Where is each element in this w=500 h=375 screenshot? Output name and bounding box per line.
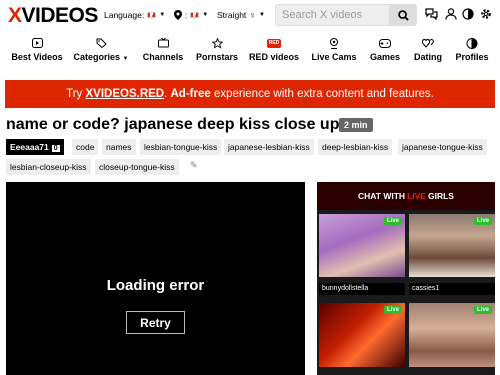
nav-profiles[interactable]: Profiles [455, 36, 489, 68]
live-badge: Live [473, 217, 492, 225]
country-selector[interactable]: : ▼ [174, 10, 208, 20]
user-icon[interactable] [444, 7, 458, 21]
nav-categories[interactable]: Categories ▼ [73, 36, 129, 68]
nav-label: Live Cams [311, 52, 357, 62]
nav-games[interactable]: Games [370, 36, 400, 68]
dark-mode-icon[interactable] [461, 7, 475, 21]
chevron-down-icon: ▼ [122, 56, 129, 62]
nav-label: RED videos [249, 52, 300, 62]
live-badge: Live [383, 217, 402, 225]
search-button[interactable] [390, 4, 417, 26]
chat-bubbles-icon[interactable] [424, 7, 438, 21]
female-symbol-icon: ♀ [249, 10, 257, 20]
tag-item[interactable]: closeup-tongue-kiss [95, 159, 179, 175]
nav-best-videos[interactable]: Best Videos [11, 36, 63, 68]
nav-live-cams[interactable]: Live Cams [311, 36, 357, 68]
promo-rest: experience with extra content and featur… [213, 88, 434, 100]
nav-label: Games [369, 52, 401, 62]
play-icon [31, 38, 43, 48]
cam-thumbnail[interactable]: Live [409, 303, 495, 367]
chevron-down-icon: ▼ [159, 12, 166, 18]
nav-label: Dating [414, 52, 442, 62]
chat-header[interactable]: CHAT WITH LIVE GIRLS [317, 182, 495, 210]
nav-label: Profiles [455, 52, 489, 62]
nav-dating[interactable]: Dating [413, 36, 443, 68]
orientation-label: Straight [217, 10, 247, 20]
loading-error-text: Loading error [106, 277, 205, 294]
duration-badge: 2 min [339, 118, 373, 132]
cam-thumbnail[interactable]: Live [409, 214, 495, 277]
gamepad-icon [379, 38, 391, 48]
chevron-down-icon: ▼ [202, 12, 209, 18]
canada-flag-icon [190, 12, 200, 18]
cam-username[interactable]: cassies1 [409, 283, 495, 295]
tag-item[interactable]: code [72, 139, 99, 155]
tag-item[interactable]: lesbian-tongue-kiss [140, 139, 222, 155]
cam-thumbnail[interactable]: Live [319, 303, 405, 367]
red-promo-banner[interactable]: Try XVIDEOS.RED. Ad-free experience with… [5, 80, 495, 108]
main-nav: Best Videos Categories ▼ Channels Pornst… [0, 36, 500, 70]
live-badge: Live [473, 306, 492, 314]
search-icon [398, 9, 409, 21]
hearts-icon [422, 38, 434, 48]
chevron-down-icon: ▼ [259, 12, 265, 18]
tag-item[interactable]: deep-lesbian-kiss [318, 139, 393, 155]
cam-username[interactable]: bunnydollstella [319, 283, 405, 295]
tag-item[interactable]: japanese-lesbian-kiss [224, 139, 314, 155]
star-icon [211, 37, 223, 49]
top-header: XVIDEOS Language: ▼ : ▼ Straight ♀ ▼ Sea… [0, 0, 500, 32]
nav-channels[interactable]: Channels [143, 36, 183, 68]
orientation-selector[interactable]: Straight ♀ ▼ [217, 10, 265, 20]
canada-flag-icon [147, 12, 157, 18]
tag-item[interactable]: names [102, 139, 136, 155]
tag-icon [96, 38, 107, 48]
webcam-icon [330, 37, 338, 49]
nav-pornstars[interactable]: Pornstars [196, 36, 238, 68]
nav-label: Channels [142, 52, 184, 62]
search-input[interactable]: Search X videos [275, 4, 390, 26]
promo-brand-link[interactable]: XVIDEOS.RED [86, 88, 165, 100]
red-badge-icon: RED [266, 38, 282, 48]
uploader-tag[interactable]: Eeeaaa71 0 [6, 139, 64, 155]
cam-thumbnail[interactable]: Live [319, 214, 405, 277]
nav-label: Best Videos [11, 52, 63, 62]
tag-item[interactable]: lesbian-closeup-kiss [6, 159, 91, 175]
nav-red-videos[interactable]: RED RED videos [249, 36, 300, 68]
retry-button[interactable]: Retry [126, 311, 185, 334]
tv-icon [157, 38, 169, 48]
language-selector[interactable]: Language: ▼ [104, 10, 165, 20]
gear-icon[interactable] [479, 7, 493, 21]
live-badge: Live [383, 306, 402, 314]
language-label: Language: [104, 10, 145, 20]
nav-label: Categories ▼ [73, 52, 129, 62]
profiles-icon [466, 37, 478, 49]
promo-text: Try [66, 88, 83, 100]
promo-adfree: Ad-free [170, 88, 211, 100]
tag-item[interactable]: japanese-tongue-kiss [398, 139, 487, 155]
edit-tags-pencil-icon[interactable]: ✎ [190, 160, 198, 171]
xvideos-logo[interactable]: XVIDEOS [8, 5, 98, 27]
uploader-count: 0 [51, 145, 60, 152]
nav-label: Pornstars [195, 52, 239, 62]
video-title: name or code? japanese deep kiss close u… [6, 116, 340, 133]
live-cams-panel: CHAT WITH LIVE GIRLS Live bunnydollstella … [317, 182, 495, 375]
location-pin-icon [174, 10, 182, 20]
video-player[interactable]: Loading error Retry [6, 182, 305, 375]
